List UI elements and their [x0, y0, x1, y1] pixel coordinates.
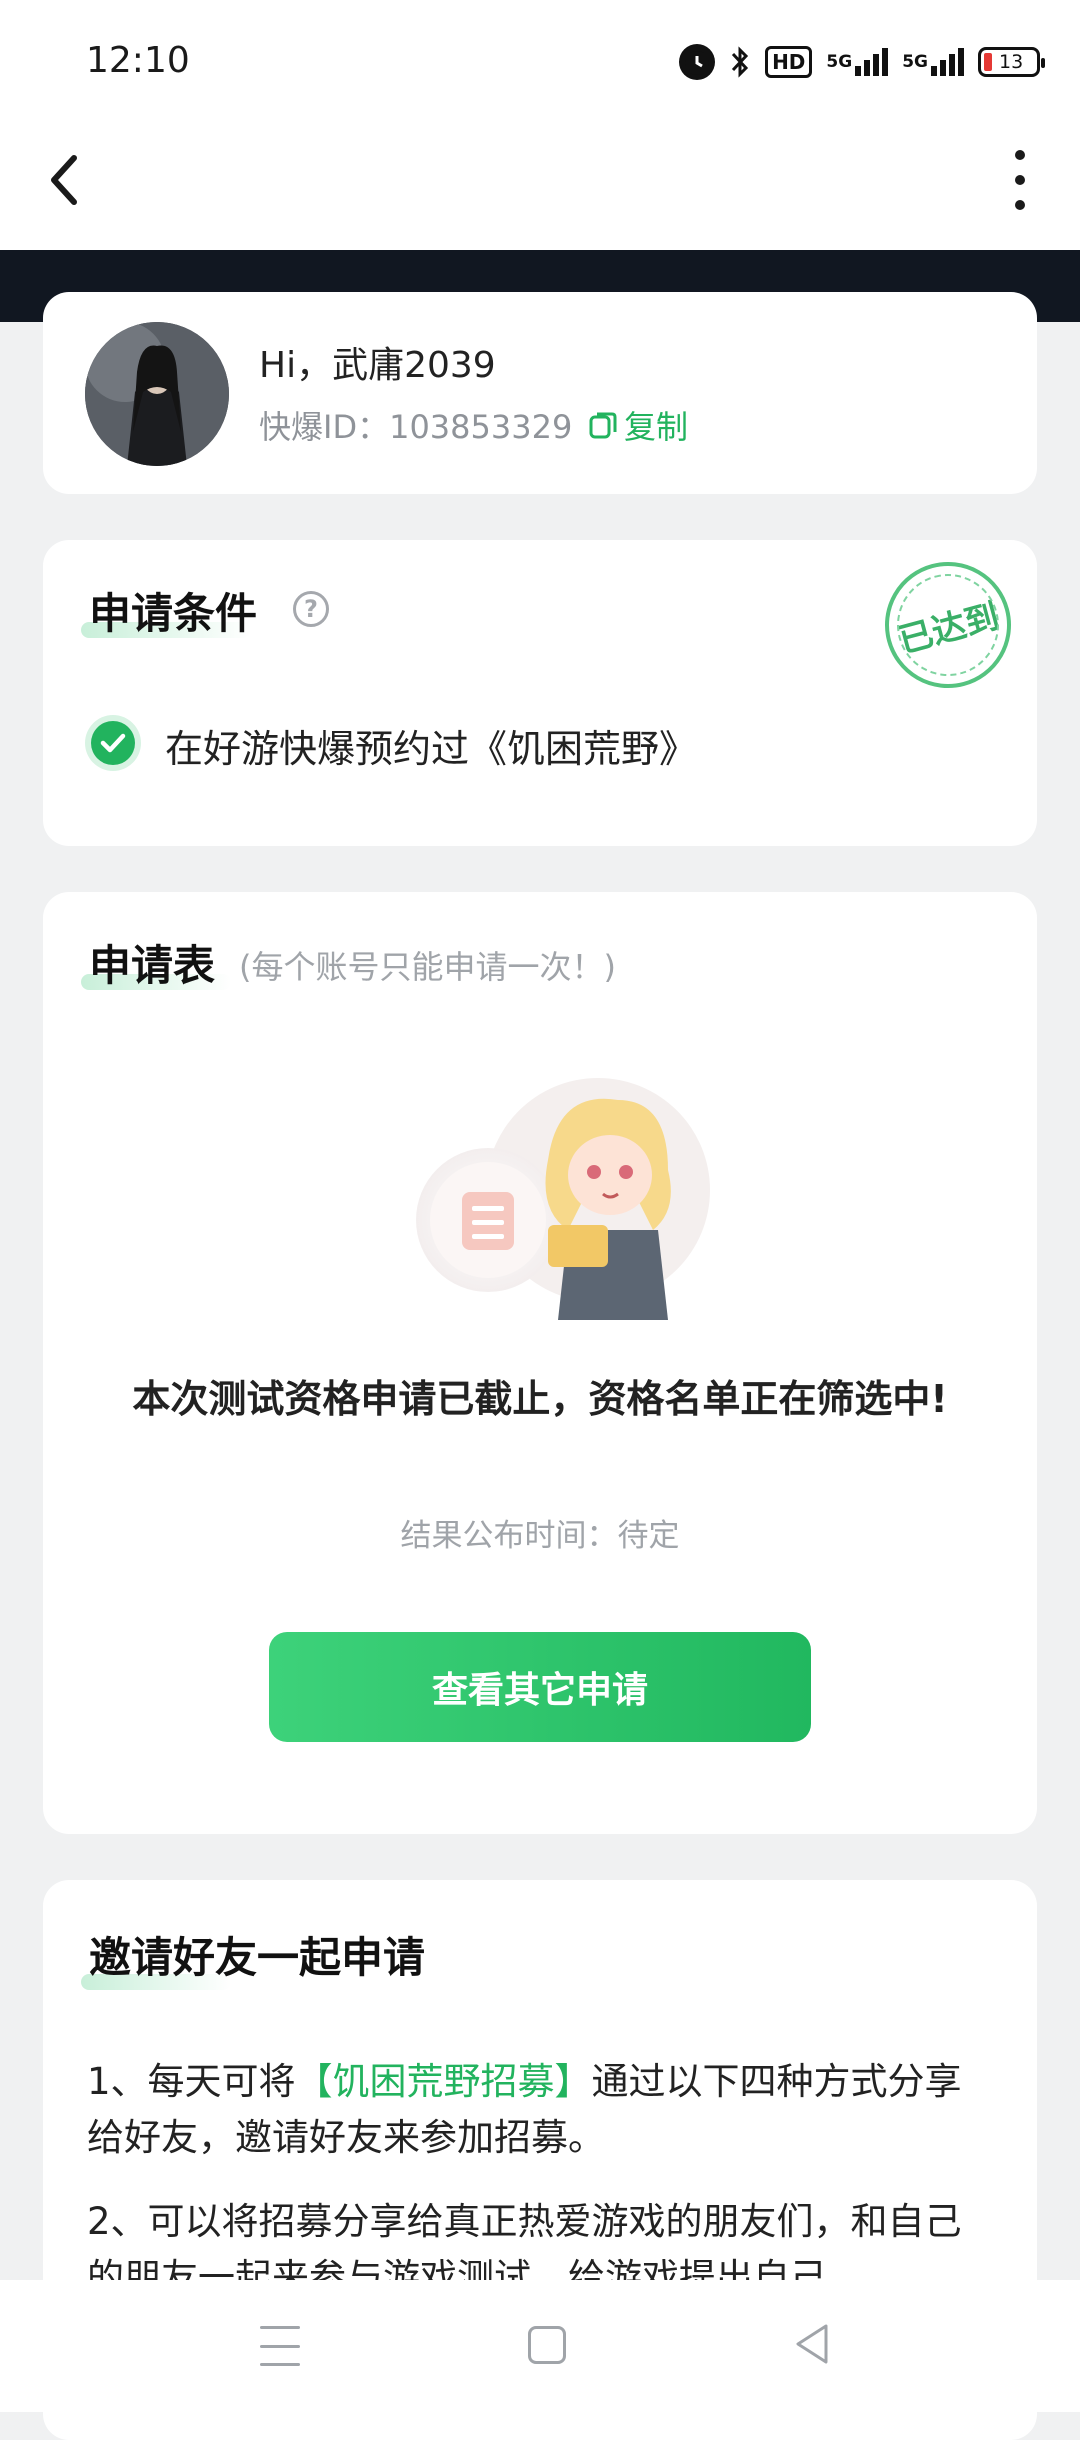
signal-icon: 5G	[902, 48, 964, 76]
top-nav-bar	[0, 120, 1080, 250]
help-icon[interactable]: ?	[293, 591, 329, 627]
closed-illustration	[398, 1070, 718, 1330]
status-bar: 12:10 HD 5G 5G 13	[0, 0, 1080, 120]
result-publish-time: 结果公布时间：待定	[400, 1518, 680, 1554]
user-id: 快爆ID：103853329	[259, 408, 573, 446]
hd-icon: HD	[765, 46, 813, 78]
copy-id-button[interactable]: 复制	[588, 402, 688, 448]
check-icon	[91, 721, 135, 765]
home-icon[interactable]	[528, 2326, 566, 2364]
user-greeting: Hi，武庸2039	[259, 345, 496, 386]
bluetooth-icon	[729, 44, 751, 80]
achieved-stamp: 已达到	[870, 547, 1026, 703]
system-back-icon[interactable]	[792, 2322, 832, 2366]
view-other-applications-button[interactable]: 查看其它申请	[269, 1632, 811, 1742]
stamp-text: 已达到	[894, 595, 1004, 661]
signal-label: 5G	[826, 52, 853, 72]
more-options-icon[interactable]	[1000, 150, 1040, 210]
application-closed-message: 本次测试资格申请已截止，资格名单正在筛选中!	[132, 1377, 948, 1421]
invite-rule-1: 1、每天可将【饥困荒野招募】通过以下四种方式分享给好友，邀请好友来参加招募。	[87, 2054, 997, 2166]
conditions-title: 申请条件	[89, 589, 258, 638]
invite-title: 邀请好友一起申请	[89, 1933, 426, 1982]
status-icons: HD 5G 5G 13	[679, 40, 1045, 84]
form-title: 申请表	[89, 941, 216, 990]
conditions-card: 申请条件 ? 已达到 在好游快爆预约过《饥困荒野》	[43, 540, 1037, 846]
copy-label: 复制	[624, 408, 689, 446]
recruitment-link[interactable]: 【饥困荒野招募】	[296, 2060, 592, 2103]
back-icon[interactable]	[44, 150, 88, 210]
signal-icon: 5G	[826, 48, 889, 76]
avatar[interactable]	[85, 322, 229, 466]
copy-icon	[588, 410, 618, 440]
signal-label: 5G	[902, 52, 928, 72]
battery-level: 13	[999, 51, 1024, 73]
status-time: 12:10	[86, 40, 190, 81]
application-form-card: 申请表 (每个账号只能申请一次！) 本次测试资格申请已截止，资格名单正在筛选中!…	[43, 892, 1037, 1834]
alarm-icon	[679, 44, 716, 80]
form-note: (每个账号只能申请一次！)	[239, 948, 616, 986]
battery-icon: 13	[978, 47, 1045, 77]
recent-apps-icon[interactable]	[260, 2326, 300, 2366]
condition-item: 在好游快爆预约过《饥困荒野》	[165, 727, 698, 771]
profile-card: Hi，武庸2039 快爆ID：103853329 复制	[43, 292, 1037, 494]
rule-text: 1、每天可将	[87, 2060, 296, 2103]
